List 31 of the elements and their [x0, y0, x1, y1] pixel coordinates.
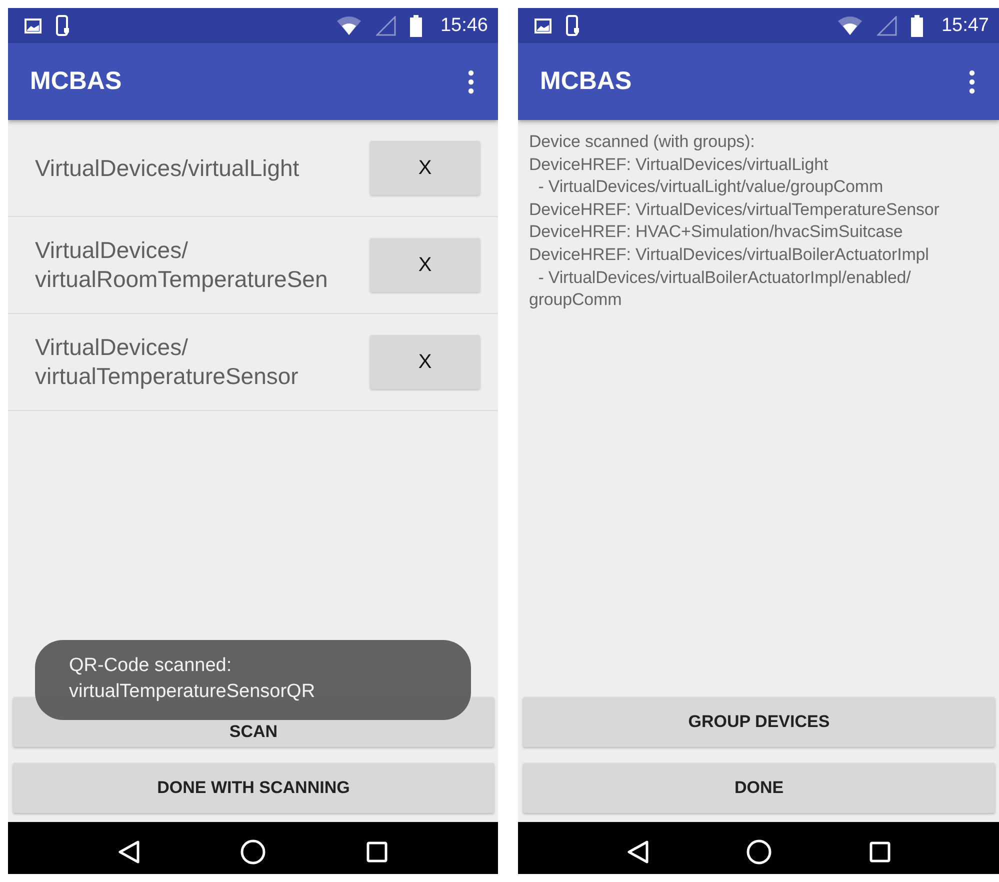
- done-scanning-button[interactable]: DONE WITH SCANNING: [13, 763, 494, 813]
- remove-button[interactable]: X: [370, 335, 480, 389]
- battery-icon: [410, 14, 422, 36]
- phone-shield-icon: [56, 14, 70, 36]
- signal-icon: [376, 16, 396, 36]
- image-icon: [24, 18, 42, 34]
- status-time: 15:46: [440, 14, 488, 36]
- home-icon[interactable]: [746, 839, 772, 865]
- phone-shield-icon: [566, 14, 580, 36]
- recents-icon[interactable]: [868, 841, 890, 863]
- wifi-icon: [336, 16, 362, 36]
- done-button[interactable]: DONE: [523, 763, 995, 813]
- scan-toast: QR-Code scanned: virtualTemperatureSensorQR: [35, 640, 471, 720]
- device-name: VirtualDevices/virtualLight: [35, 154, 300, 182]
- app-title: MCBAS: [30, 67, 123, 96]
- scan-result-text: Device scanned (with groups): DeviceHREF: VirtualDevices/virtualLight - VirtualDevices/virtualLight/value/groupComm DeviceHREF: VirtualDevices/virtualTemperatureSensor DeviceHREF: HVAC+Simulation/hvacSimSuitcase DeviceHREF: VirtualDevices/virtualBoilerActuatorImpl - VirtualDevices/virtualBoilerActuatorImpl/enabled/ groupComm: [528, 131, 940, 312]
- home-icon[interactable]: [240, 839, 266, 865]
- battery-icon: [911, 14, 924, 36]
- back-icon[interactable]: [118, 840, 140, 864]
- remove-button[interactable]: X: [370, 141, 480, 195]
- app-title: MCBAS: [540, 67, 633, 96]
- back-icon[interactable]: [626, 840, 648, 864]
- recents-icon[interactable]: [366, 841, 388, 863]
- device-name: VirtualDevices/ virtualRoomTemperatureSen: [35, 236, 329, 294]
- remove-button[interactable]: X: [370, 238, 480, 292]
- status-time: 15:47: [941, 14, 989, 36]
- image-icon: [534, 18, 552, 34]
- wifi-icon: [837, 16, 864, 36]
- signal-icon: [877, 16, 898, 36]
- group-devices-button[interactable]: GROUP DEVICES: [523, 697, 995, 747]
- device-name: VirtualDevices/ virtualTemperatureSensor: [35, 333, 300, 391]
